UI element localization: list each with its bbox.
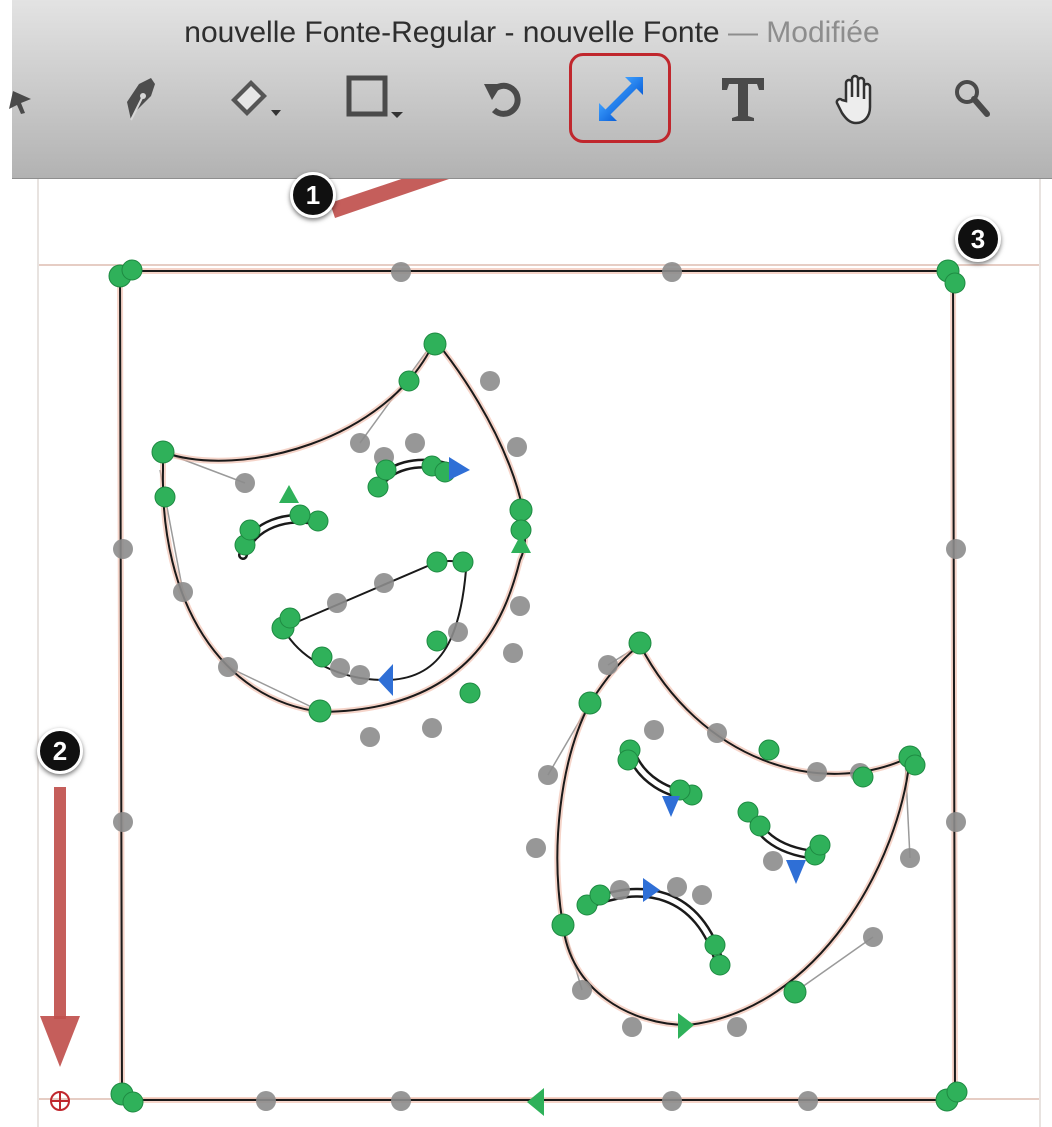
hand-icon xyxy=(834,73,884,125)
pen-tool-button[interactable] xyxy=(108,64,178,134)
select-arrow-icon xyxy=(9,79,39,119)
text-tool-icon xyxy=(718,74,768,124)
title-status: Modifiée xyxy=(766,16,880,49)
hand-tool-button[interactable] xyxy=(824,64,894,134)
select-tool-button[interactable] xyxy=(4,64,44,134)
glyph-outlines xyxy=(117,268,958,1103)
off-curve-points[interactable] xyxy=(113,262,966,1111)
window-toolbar: nouvelle Fonte-Regular - nouvelle Fonte … xyxy=(9,0,1052,179)
origin-marker-icon xyxy=(50,1091,70,1111)
scale-tool-highlight xyxy=(569,53,671,143)
callout-badge-1: 1 xyxy=(290,172,336,218)
callout-badge-2: 2 xyxy=(37,728,83,774)
on-curve-points[interactable] xyxy=(108,259,968,1113)
title-separator: — xyxy=(719,16,767,49)
guides xyxy=(37,178,1041,1127)
window-title: nouvelle Fonte-Regular - nouvelle Fonte … xyxy=(12,16,1052,50)
rotate-tool-button[interactable] xyxy=(468,64,538,134)
pen-nib-icon xyxy=(121,74,165,124)
eraser-icon xyxy=(227,74,287,124)
annotation-arrow-2 xyxy=(40,787,80,1067)
rotate-icon xyxy=(480,74,526,124)
rectangle-tool-button[interactable] xyxy=(342,64,412,134)
handle-lines xyxy=(159,339,911,993)
magnifier-icon xyxy=(951,76,995,122)
rectangle-tool-icon xyxy=(345,74,409,124)
text-tool-button[interactable] xyxy=(708,64,778,134)
zoom-tool-button[interactable] xyxy=(938,64,1008,134)
eraser-tool-button[interactable] xyxy=(222,64,292,134)
title-document: nouvelle Fonte-Regular - nouvelle Fonte xyxy=(184,16,720,49)
callout-badge-3: 3 xyxy=(955,216,1001,262)
